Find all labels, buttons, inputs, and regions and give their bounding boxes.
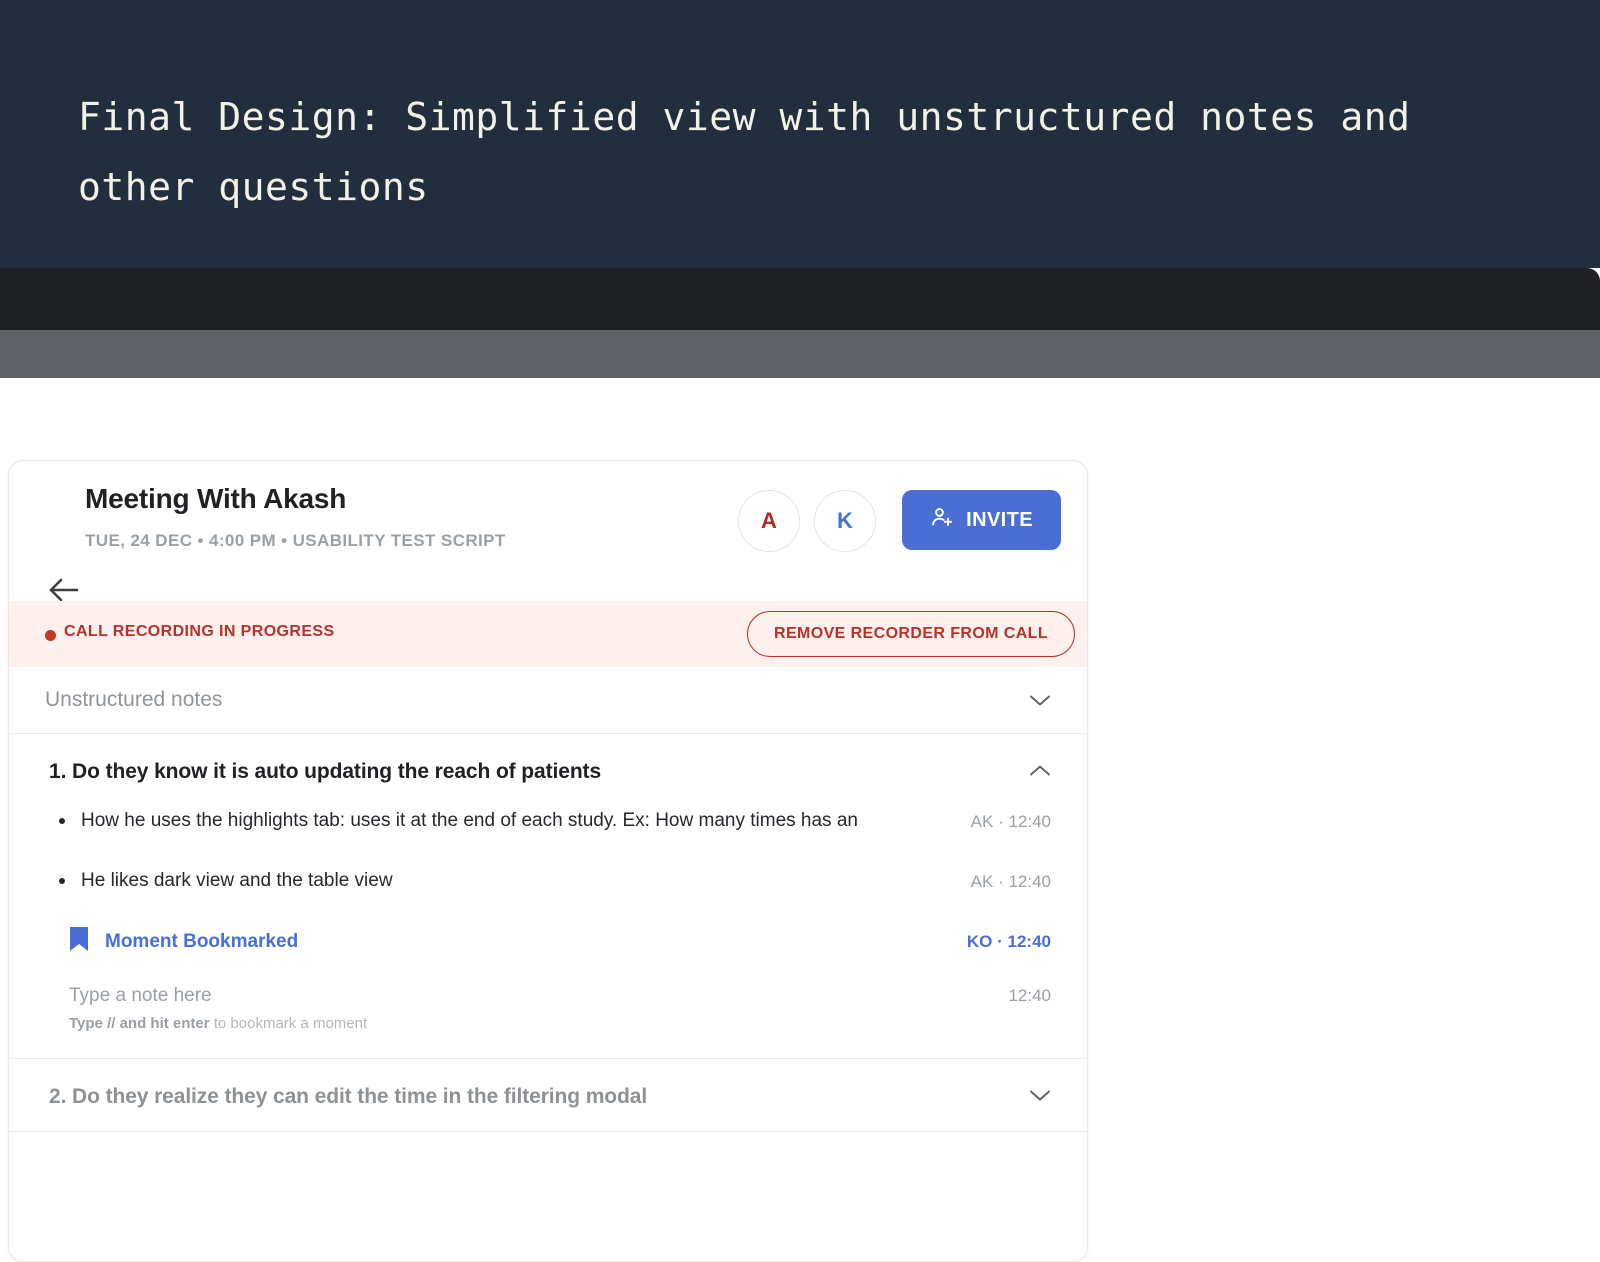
unstructured-notes-label: Unstructured notes xyxy=(45,688,223,711)
unstructured-notes-section-header[interactable]: Unstructured notes xyxy=(9,667,1087,733)
note-input[interactable]: Type a note here xyxy=(69,985,212,1007)
question-2-header[interactable]: 2. Do they realize they can edit the tim… xyxy=(9,1059,1087,1131)
remove-recorder-button[interactable]: REMOVE RECORDER FROM CALL xyxy=(747,611,1075,657)
page-body: Meeting With Akash TUE, 24 DEC • 4:00 PM… xyxy=(0,378,1600,1262)
page-title: Meeting With Akash xyxy=(85,483,347,514)
note-bullet-text: He likes dark view and the table view xyxy=(49,866,393,896)
question-1-header[interactable]: 1. Do they know it is auto updating the … xyxy=(9,734,1087,806)
question-1-answers: How he uses the highlights tab: uses it … xyxy=(9,806,1087,1058)
meeting-subtitle: TUE, 24 DEC • 4:00 PM • USABILITY TEST S… xyxy=(85,531,506,550)
chevron-up-icon[interactable] xyxy=(1029,764,1051,777)
browser-toolbar xyxy=(0,338,1600,717)
note-input-time: 12:40 xyxy=(1008,986,1051,1005)
note-input-row: Type a note here 12:40 xyxy=(49,985,1051,1007)
note-bullet-meta: AK · 12:40 xyxy=(970,872,1051,891)
meeting-card: Meeting With Akash TUE, 24 DEC • 4:00 PM… xyxy=(8,460,1088,1262)
person-add-icon xyxy=(930,505,954,535)
chevron-down-icon[interactable] xyxy=(1029,1089,1051,1102)
question-block-3 xyxy=(9,1131,1087,1240)
avatar-participant-a[interactable]: A xyxy=(738,490,800,552)
note-bullet-item[interactable]: How he uses the highlights tab: uses it … xyxy=(49,806,1051,836)
question-block-1: 1. Do they know it is auto updating the … xyxy=(9,733,1087,1058)
slide-title-band: Final Design: Simplified view with unstr… xyxy=(0,0,1600,268)
question-2-text: 2. Do they realize they can edit the tim… xyxy=(49,1085,648,1108)
avatar-participant-k[interactable]: K xyxy=(814,490,876,552)
participant-avatars: A K xyxy=(738,490,876,552)
recording-banner: CALL RECORDING IN PROGRESS REMOVE RECORD… xyxy=(9,601,1087,667)
card-header: Meeting With Akash TUE, 24 DEC • 4:00 PM… xyxy=(9,461,1087,602)
bookmark-row: Moment Bookmarked KO · 12:40 xyxy=(49,926,1051,957)
note-input-hint-bold: Type // and hit enter xyxy=(69,1015,210,1032)
slide-title: Final Design: Simplified view with unstr… xyxy=(78,95,1434,209)
recording-status-label: CALL RECORDING IN PROGRESS xyxy=(64,623,335,640)
bookmark-icon xyxy=(69,926,89,957)
invite-button[interactable]: INVITE xyxy=(902,490,1061,550)
bookmark-meta: KO · 12:40 xyxy=(966,931,1051,951)
invite-button-label: INVITE xyxy=(966,508,1033,531)
browser-chrome-gap xyxy=(0,330,1600,338)
bookmark-entry[interactable]: Moment Bookmarked xyxy=(49,926,298,957)
note-input-hint: Type // and hit enter to bookmark a mome… xyxy=(49,1015,1051,1032)
recording-dot-icon xyxy=(45,630,56,641)
browser-tab-strip xyxy=(0,268,1600,330)
bookmark-label: Moment Bookmarked xyxy=(105,930,299,952)
chevron-down-icon[interactable] xyxy=(1029,694,1051,707)
question-3-header[interactable] xyxy=(9,1132,1087,1240)
note-bullet-item[interactable]: He likes dark view and the table view AK… xyxy=(49,866,1051,896)
note-bullet-text: How he uses the highlights tab: uses it … xyxy=(49,806,858,836)
question-block-2: 2. Do they realize they can edit the tim… xyxy=(9,1058,1087,1131)
note-input-hint-rest: to bookmark a moment xyxy=(209,1015,368,1032)
question-1-text: 1. Do they know it is auto updating the … xyxy=(49,760,602,783)
note-bullet-meta: AK · 12:40 xyxy=(970,812,1051,831)
